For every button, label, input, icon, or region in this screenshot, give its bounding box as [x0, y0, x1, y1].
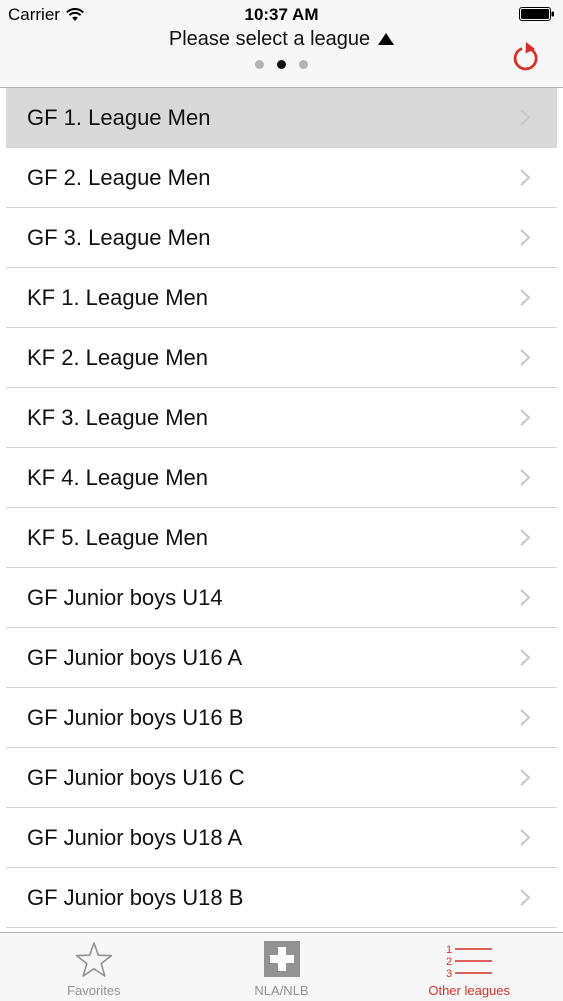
league-row[interactable]: KF 2. League Men	[6, 328, 557, 388]
league-label: KF 2. League Men	[27, 344, 209, 370]
numbered-list-icon: 1 2 3	[446, 944, 493, 979]
tab-label: Other leagues	[428, 983, 511, 998]
league-label: KF 3. League Men	[27, 404, 209, 430]
league-row[interactable]: GF 1. League Men	[6, 88, 557, 148]
chevron-right-icon	[520, 409, 531, 426]
league-label: GF Junior boys U14	[27, 584, 223, 610]
league-label: GF Junior boys U16 C	[27, 764, 245, 790]
league-label: KF 1. League Men	[27, 284, 209, 310]
league-row[interactable]: KF 5. League Men	[6, 508, 557, 568]
triangle-up-icon	[378, 33, 395, 45]
league-row[interactable]: KF 3. League Men	[6, 388, 557, 448]
chevron-right-icon	[520, 289, 531, 306]
league-row[interactable]: GF Junior boys U18 B	[6, 868, 557, 928]
chevron-right-icon	[520, 109, 531, 126]
league-label: GF 3. League Men	[27, 224, 211, 250]
league-selector[interactable]: Please select a league	[0, 28, 563, 50]
chevron-right-icon	[520, 649, 531, 666]
chevron-right-icon	[520, 709, 531, 726]
chevron-right-icon	[520, 589, 531, 606]
list-number: 1	[446, 944, 452, 956]
star-icon	[75, 942, 113, 977]
navigation-header: Please select a league	[0, 28, 563, 88]
page-indicator[interactable]	[0, 60, 563, 69]
chevron-right-icon	[520, 169, 531, 186]
league-row[interactable]: GF 3. League Men	[6, 208, 557, 268]
league-row[interactable]: GF Junior boys U16 A	[6, 628, 557, 688]
status-time: 10:37 AM	[244, 5, 319, 24]
tab-other-leagues[interactable]: 1 2 3 Other leagues	[375, 933, 563, 1001]
page-dot[interactable]	[255, 60, 264, 69]
tab-label: Favorites	[67, 983, 121, 998]
chevron-right-icon	[520, 889, 531, 906]
league-row[interactable]: GF Junior boys U16 C	[6, 748, 557, 808]
chevron-right-icon	[520, 469, 531, 486]
league-row[interactable]: GF 2. League Men	[6, 148, 557, 208]
tab-favorites[interactable]: Favorites	[0, 933, 188, 1001]
status-bar: Carrier 10:37 AM	[0, 0, 563, 28]
tab-label: NLA/NLB	[254, 983, 309, 998]
league-label: GF Junior boys U18 A	[27, 824, 243, 850]
league-row[interactable]: GF Junior boys U18 A	[6, 808, 557, 868]
league-label: KF 4. League Men	[27, 464, 209, 490]
league-label: GF 1. League Men	[27, 104, 211, 130]
battery-icon	[519, 7, 554, 21]
league-list: GF 1. League Men GF 2. League Men GF 3. …	[6, 88, 557, 928]
league-label: GF Junior boys U18 B	[27, 884, 244, 910]
league-row[interactable]: KF 1. League Men	[6, 268, 557, 328]
page-dot[interactable]	[299, 60, 308, 69]
list-number: 2	[446, 956, 452, 968]
league-label: GF 2. League Men	[27, 164, 211, 190]
chevron-right-icon	[520, 769, 531, 786]
swiss-cross-icon	[263, 941, 300, 977]
tab-nla-nlb[interactable]: NLA/NLB	[188, 933, 376, 1001]
league-label: GF Junior boys U16 A	[27, 644, 243, 670]
league-row[interactable]: GF Junior boys U16 B	[6, 688, 557, 748]
league-row[interactable]: GF Junior boys U14	[6, 568, 557, 628]
refresh-icon[interactable]	[511, 39, 541, 73]
league-label: GF Junior boys U16 B	[27, 704, 244, 730]
chevron-right-icon	[520, 229, 531, 246]
page-title: Please select a league	[168, 27, 371, 50]
league-label: KF 5. League Men	[27, 524, 209, 550]
league-row[interactable]: KF 4. League Men	[6, 448, 557, 508]
chevron-right-icon	[520, 829, 531, 846]
list-number: 3	[446, 968, 452, 979]
page-dot-active[interactable]	[277, 60, 286, 69]
chevron-right-icon	[520, 349, 531, 366]
chevron-right-icon	[520, 529, 531, 546]
tab-bar: Favorites NLA/NLB 1 2 3 Other leagues	[0, 932, 563, 1001]
